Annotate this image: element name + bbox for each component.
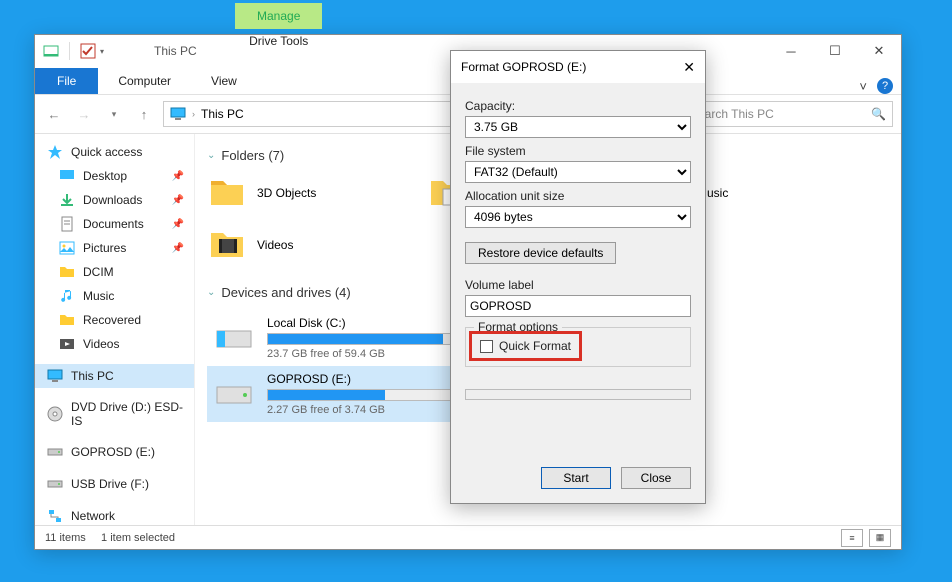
capacity-select[interactable]: 3.75 GB — [465, 116, 691, 138]
sidebar-item-pictures[interactable]: Pictures📌 — [35, 236, 194, 260]
sidebar-goprosd[interactable]: GOPROSD (E:) — [35, 440, 194, 464]
navigation-pane[interactable]: Quick access Desktop📌 Downloads📌 Documen… — [35, 134, 195, 525]
search-input[interactable]: Search This PC 🔍 — [683, 101, 893, 127]
manage-header: Manage — [235, 3, 322, 29]
network-icon — [47, 508, 63, 524]
sidebar-quick-access[interactable]: Quick access — [35, 140, 194, 164]
allocation-select[interactable]: 4096 bytes — [465, 206, 691, 228]
sidebar-usb-drive[interactable]: USB Drive (F:) — [35, 472, 194, 496]
folder-item[interactable]: Videos — [207, 225, 407, 265]
folder-icon — [207, 173, 247, 213]
sidebar-this-pc[interactable]: This PC — [35, 364, 194, 388]
folder-icon — [59, 264, 75, 280]
chevron-down-icon: ⌄ — [207, 287, 215, 298]
sidebar-dvd-drive[interactable]: DVD Drive (D:) ESD-IS — [35, 396, 194, 432]
pin-icon: 📌 — [172, 171, 184, 182]
documents-icon — [59, 216, 75, 232]
recent-dropdown[interactable]: ▾ — [103, 103, 125, 125]
dialog-close-button[interactable]: ✕ — [683, 59, 695, 76]
sidebar-item-recovered[interactable]: Recovered — [35, 308, 194, 332]
details-view-button[interactable]: ≡ — [841, 529, 863, 547]
folder-item[interactable]: 3D Objects — [207, 173, 407, 213]
sidebar-item-desktop[interactable]: Desktop📌 — [35, 164, 194, 188]
drive-icon — [47, 476, 63, 492]
pin-icon: 📌 — [172, 243, 184, 254]
allocation-label: Allocation unit size — [465, 189, 691, 203]
tab-file[interactable]: File — [35, 68, 98, 94]
up-button[interactable]: ↑ — [133, 103, 155, 125]
minimize-button[interactable]: ─ — [769, 35, 813, 67]
tab-computer[interactable]: Computer — [98, 68, 191, 94]
app-icon — [43, 43, 59, 59]
close-button[interactable]: Close — [621, 467, 691, 489]
sidebar-item-dcim[interactable]: DCIM — [35, 260, 194, 284]
capacity-label: Capacity: — [465, 99, 691, 113]
pin-icon: 📌 — [172, 195, 184, 206]
drive-icon — [47, 444, 63, 460]
help-icon[interactable]: ? — [877, 78, 893, 94]
start-button[interactable]: Start — [541, 467, 611, 489]
folder-icon — [59, 312, 75, 328]
dialog-titlebar[interactable]: Format GOPROSD (E:) ✕ — [451, 51, 705, 83]
restore-defaults-button[interactable]: Restore device defaults — [465, 242, 616, 264]
checkbox-icon — [480, 340, 493, 353]
format-progress-bar — [465, 389, 691, 400]
music-icon — [59, 288, 75, 304]
status-selected-count: 1 item selected — [101, 532, 175, 544]
forward-button[interactable]: → — [73, 103, 95, 125]
breadcrumb[interactable]: This PC — [201, 107, 244, 121]
volume-label-label: Volume label — [465, 278, 691, 292]
quick-format-highlight: Quick Format — [469, 331, 582, 361]
sidebar-item-documents[interactable]: Documents📌 — [35, 212, 194, 236]
sidebar-item-music[interactable]: Music — [35, 284, 194, 308]
checkbox-icon[interactable] — [80, 43, 96, 59]
tab-view[interactable]: View — [191, 68, 257, 94]
thispc-icon — [170, 106, 186, 122]
downloads-icon — [59, 192, 75, 208]
status-item-count: 11 items — [45, 532, 86, 544]
dialog-title: Format GOPROSD (E:) — [461, 60, 586, 74]
search-icon: 🔍 — [871, 107, 886, 121]
sidebar-item-videos[interactable]: Videos — [35, 332, 194, 356]
filesystem-select[interactable]: FAT32 (Default) — [465, 161, 691, 183]
back-button[interactable]: ← — [43, 103, 65, 125]
status-bar: 11 items 1 item selected ≡ ▦ — [35, 525, 901, 549]
maximize-button[interactable]: ☐ — [813, 35, 857, 67]
tiles-view-button[interactable]: ▦ — [869, 529, 891, 547]
collapse-ribbon-icon[interactable]: ˅ — [859, 79, 867, 94]
folder-icon — [207, 225, 247, 265]
thispc-icon — [47, 368, 63, 384]
videos-icon — [59, 336, 75, 352]
pin-icon: 📌 — [172, 219, 184, 230]
format-dialog: Format GOPROSD (E:) ✕ Capacity: 3.75 GB … — [450, 50, 706, 504]
sidebar-network[interactable]: Network — [35, 504, 194, 525]
tab-drive-tools[interactable]: Drive Tools — [235, 29, 322, 53]
desktop-icon — [59, 168, 75, 184]
close-button[interactable]: ✕ — [857, 35, 901, 67]
drive-icon — [213, 373, 255, 415]
drive-icon — [213, 317, 255, 359]
disc-icon — [47, 406, 63, 422]
star-icon — [47, 144, 63, 160]
sidebar-item-downloads[interactable]: Downloads📌 — [35, 188, 194, 212]
contextual-tab-group: Manage Drive Tools — [235, 3, 322, 53]
quick-format-checkbox[interactable]: Quick Format — [480, 339, 571, 353]
volume-label-input[interactable] — [465, 295, 691, 317]
filesystem-label: File system — [465, 144, 691, 158]
pictures-icon — [59, 240, 75, 256]
qat-dropdown-icon[interactable]: ▾ — [100, 47, 104, 56]
chevron-down-icon: ⌄ — [207, 150, 215, 161]
